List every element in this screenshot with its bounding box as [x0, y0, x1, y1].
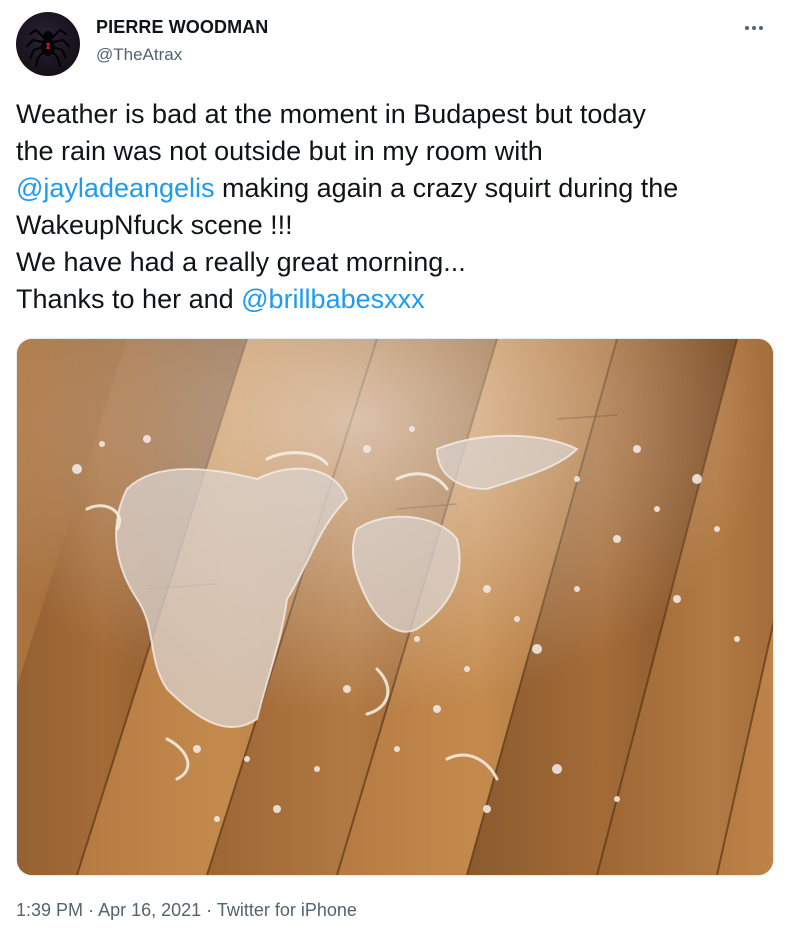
- tweet-meta: 1:39 PM · Apr 16, 2021 · Twitter for iPh…: [16, 900, 357, 921]
- more-options-button[interactable]: [736, 14, 772, 42]
- author-name[interactable]: PIERRE WOODMAN: [96, 17, 268, 38]
- tweet-text-line: We have had a really great morning...: [16, 247, 466, 277]
- tweet-date[interactable]: Apr 16, 2021: [98, 900, 201, 920]
- tweet-card: PIERRE WOODMAN @TheAtrax Weather is bad …: [0, 0, 794, 940]
- wet-wood-floor-image: [17, 339, 773, 875]
- tweet-text-fragment: making again a crazy squirt during the: [214, 173, 679, 203]
- mention-link[interactable]: @jayladeangelis: [16, 173, 215, 203]
- tweet-text-line: @jayladeangelis making again a crazy squ…: [16, 170, 776, 207]
- tweet-text-fragment: Thanks to her and: [16, 284, 242, 314]
- tweet-text-line: the rain was not outside but in my room …: [16, 136, 543, 166]
- tweet-text-line: Weather is bad at the moment in Budapest…: [16, 99, 646, 129]
- tweet-source[interactable]: Twitter for iPhone: [217, 900, 357, 920]
- tweet-text-line: Thanks to her and @brillbabesxxx: [16, 281, 776, 318]
- more-horizontal-icon: [745, 26, 749, 30]
- tweet-time[interactable]: 1:39 PM: [16, 900, 83, 920]
- meta-separator: ·: [206, 900, 213, 920]
- avatar[interactable]: [16, 12, 80, 76]
- spider-icon: [25, 28, 71, 68]
- author-handle[interactable]: @TheAtrax: [96, 45, 182, 65]
- tweet-text: Weather is bad at the moment in Budapest…: [16, 96, 776, 318]
- tweet-photo[interactable]: [16, 338, 774, 876]
- meta-separator: ·: [88, 900, 95, 920]
- mention-link[interactable]: @brillbabesxxx: [241, 284, 424, 314]
- tweet-text-line: WakeupNfuck scene !!!: [16, 210, 293, 240]
